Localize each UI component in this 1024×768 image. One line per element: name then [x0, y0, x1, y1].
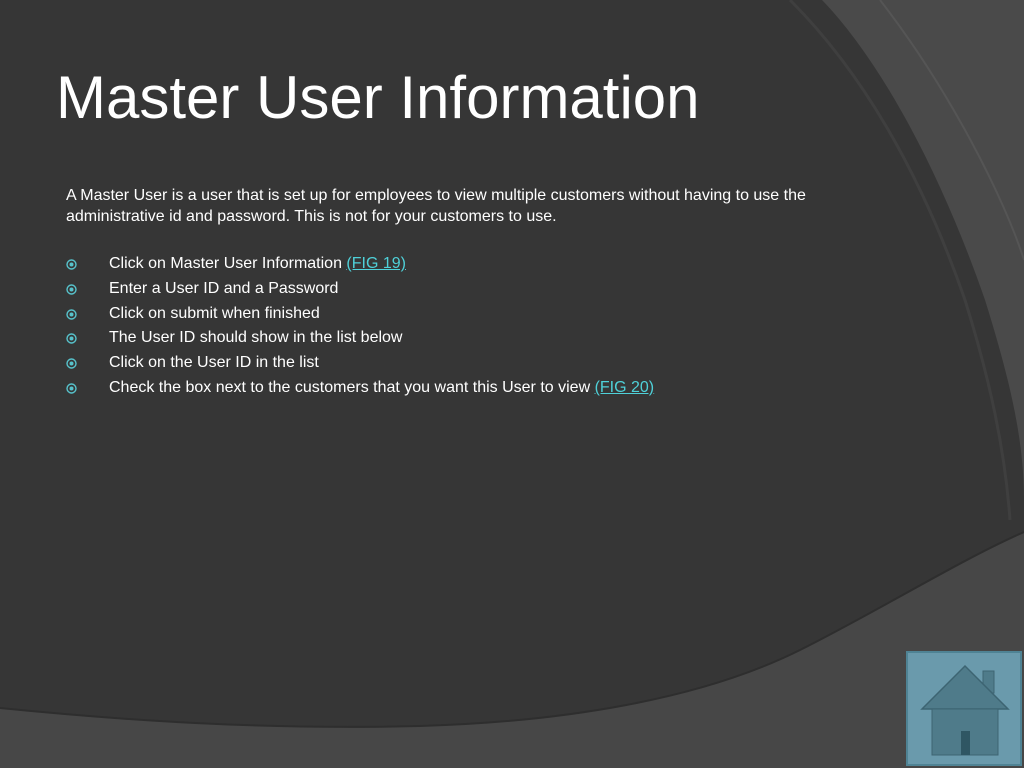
list-item: Click on Master User Information (FIG 19… — [66, 254, 886, 279]
fig-20-link[interactable]: (FIG 20) — [595, 379, 655, 396]
list-item-text: Click on Master User Information (FIG 19… — [109, 254, 406, 274]
list-item: The User ID should show in the list belo… — [66, 328, 886, 353]
list-item-label: Click on Master User Information — [109, 255, 347, 272]
intro-paragraph: A Master User is a user that is set up f… — [66, 187, 806, 225]
list-item-label: Enter a User ID and a Password — [109, 279, 339, 297]
home-icon — [920, 664, 1010, 756]
list-item: Click on submit when finished — [66, 304, 886, 329]
slide: Master User Information A Master User is… — [0, 0, 1024, 768]
list-item-label: Check the box next to the customers that… — [109, 378, 595, 396]
slide-title: Master User Information — [56, 64, 700, 131]
instruction-list: Click on Master User Information (FIG 19… — [66, 254, 886, 403]
fig-19-link[interactable]: (FIG 19) — [346, 255, 406, 272]
list-item-label: Click on the User ID in the list — [109, 354, 319, 372]
list-item-text: Check the box next to the customers that… — [109, 378, 654, 398]
circled-dot-bullet-icon — [66, 284, 77, 295]
list-item: Check the box next to the customers that… — [66, 378, 886, 403]
list-item-label: The User ID should show in the list belo… — [109, 329, 403, 347]
list-item: Click on the User ID in the list — [66, 353, 886, 378]
home-button[interactable] — [906, 651, 1022, 766]
list-item-label: Click on submit when finished — [109, 304, 320, 322]
circled-dot-bullet-icon — [66, 383, 77, 394]
circled-dot-bullet-icon — [66, 259, 77, 270]
list-item: Enter a User ID and a Password — [66, 279, 886, 304]
circled-dot-bullet-icon — [66, 308, 77, 320]
circled-dot-bullet-icon — [66, 358, 77, 369]
circled-dot-bullet-icon — [66, 333, 77, 345]
